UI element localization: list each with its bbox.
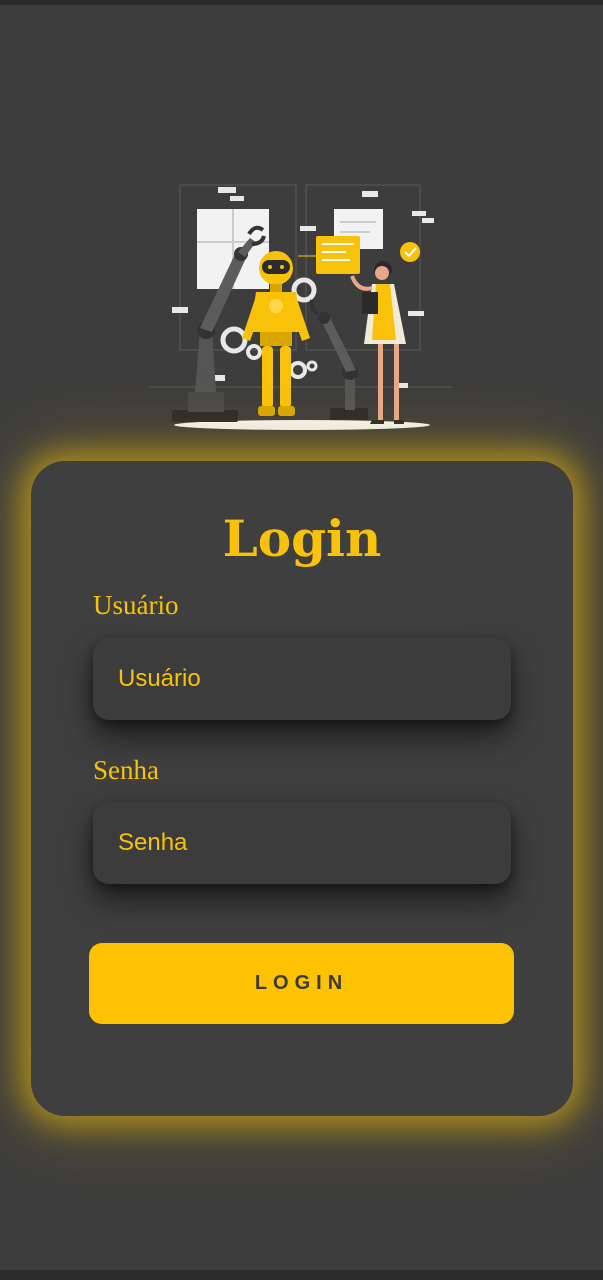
page-title: Login: [222, 509, 382, 568]
login-button[interactable]: LOGIN: [89, 943, 514, 1024]
password-input[interactable]: [93, 802, 511, 884]
login-screen: Login Usuário Senha LOGIN: [0, 0, 603, 1280]
navigation-bar: [0, 1270, 603, 1280]
password-label: Senha: [93, 755, 159, 785]
username-label: Usuário: [93, 590, 179, 620]
username-input[interactable]: [93, 638, 511, 720]
robot-engineer-illustration: [150, 184, 452, 430]
status-bar: [0, 0, 603, 5]
login-card: Login Usuário Senha LOGIN: [31, 461, 573, 1116]
